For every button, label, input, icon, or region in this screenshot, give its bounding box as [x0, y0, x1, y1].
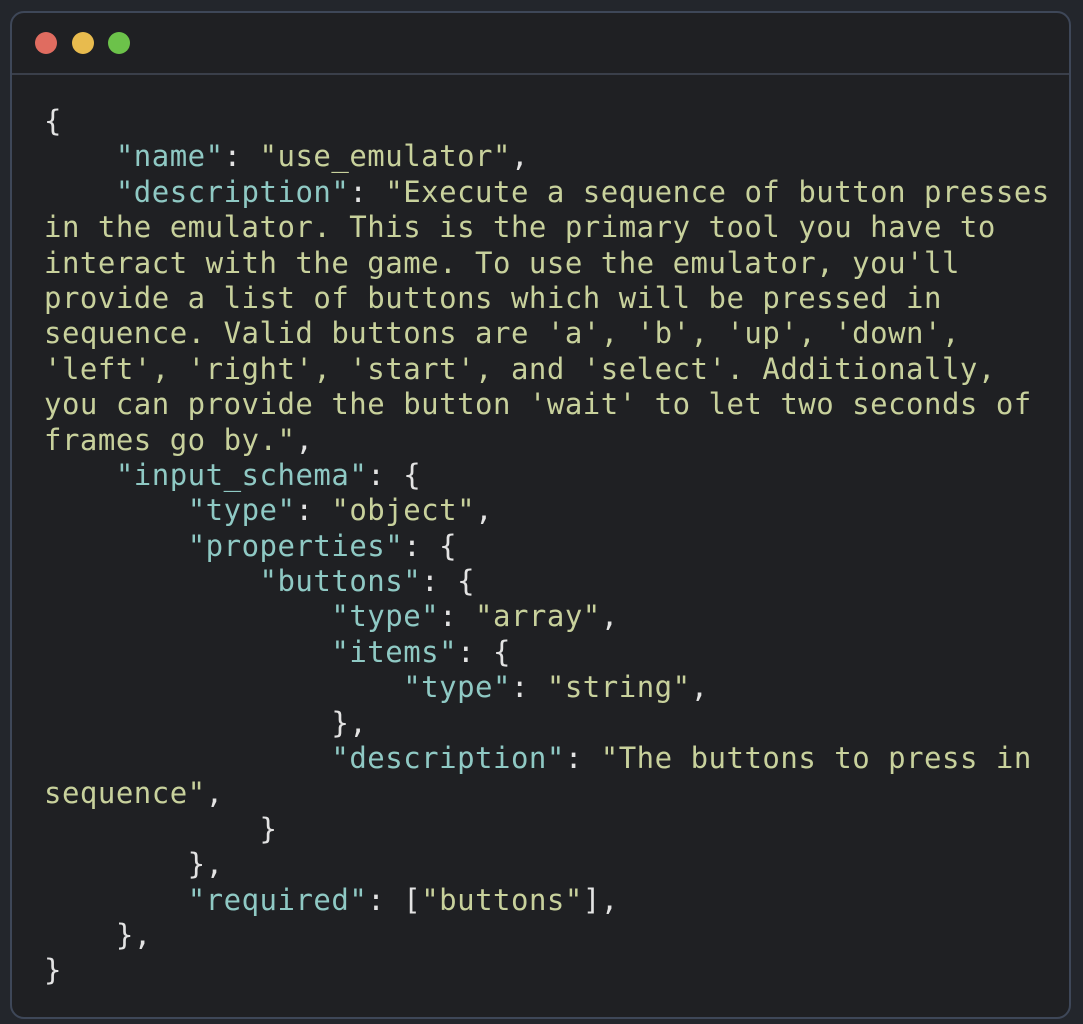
- code-line: sequence. Valid buttons are 'a', 'b', 'u…: [44, 316, 1059, 351]
- code-line: "required": ["buttons"],: [44, 883, 1059, 918]
- json-string-token: "object": [331, 493, 476, 528]
- json-key-token: "items": [331, 634, 458, 669]
- json-punctuation-token: ],: [582, 882, 619, 917]
- json-key-token: "required": [187, 882, 368, 917]
- code-line: provide a list of buttons which will be …: [44, 281, 1059, 316]
- json-key-token: "name": [115, 139, 224, 174]
- code-line: "type": "array",: [44, 599, 1059, 634]
- code-line: 'left', 'right', 'start', and 'select'. …: [44, 352, 1059, 387]
- code-line: }: [44, 953, 1059, 988]
- maximize-window-dot-icon[interactable]: [108, 32, 130, 54]
- json-punctuation-token: },: [44, 847, 224, 882]
- code-line: you can provide the button 'wait' to let…: [44, 387, 1059, 422]
- json-punctuation-token: [44, 139, 116, 173]
- json-punctuation-token: }: [44, 953, 62, 988]
- json-punctuation-token: :: [295, 493, 332, 528]
- code-line: "type": "string",: [44, 670, 1059, 705]
- json-punctuation-token: ,: [600, 599, 619, 634]
- json-punctuation-token: [44, 883, 188, 917]
- json-punctuation-token: [44, 529, 188, 563]
- json-key-token: "type": [331, 599, 440, 634]
- code-line: "buttons": {: [44, 564, 1059, 599]
- code-line: {: [44, 104, 1059, 139]
- code-line: },: [44, 847, 1059, 882]
- code-line: in the emulator. This is the primary too…: [44, 210, 1059, 245]
- json-punctuation-token: ,: [475, 493, 494, 528]
- json-key-token: "input_schema": [115, 457, 368, 492]
- json-string-token: "Execute a sequence of button presses: [385, 174, 1050, 209]
- json-string-token: "The buttons to press in: [600, 741, 1032, 776]
- json-string-token: you can provide the button 'wait' to let…: [44, 387, 1032, 422]
- code-line: sequence",: [44, 776, 1059, 811]
- code-line: interact with the game. To use the emula…: [44, 246, 1059, 281]
- code-line: frames go by.",: [44, 423, 1059, 458]
- json-punctuation-token: [44, 175, 116, 209]
- json-string-token: provide a list of buttons which will be …: [44, 280, 942, 315]
- code-line: },: [44, 918, 1059, 953]
- json-punctuation-token: },: [44, 705, 368, 740]
- json-punctuation-token: }: [44, 811, 278, 846]
- code-line: "description": "Execute a sequence of bu…: [44, 175, 1059, 210]
- json-punctuation-token: :: [510, 670, 547, 705]
- window-titlebar: [12, 13, 1069, 75]
- json-punctuation-token: :: [564, 741, 601, 776]
- json-string-token: frames go by.": [44, 422, 296, 457]
- json-punctuation-token: ,: [205, 776, 224, 811]
- json-punctuation-token: {: [44, 104, 62, 138]
- json-code-block: { "name": "use_emulator", "description":…: [44, 104, 1059, 989]
- json-punctuation-token: : {: [403, 528, 458, 563]
- code-line: }: [44, 812, 1059, 847]
- code-line: "name": "use_emulator",: [44, 139, 1059, 174]
- json-punctuation-token: :: [349, 174, 386, 209]
- json-key-token: "description": [331, 741, 565, 776]
- json-punctuation-token: :: [439, 599, 476, 634]
- json-string-token: sequence. Valid buttons are 'a', 'b', 'u…: [44, 316, 960, 351]
- json-string-token: "buttons": [421, 882, 583, 917]
- code-line: "items": {: [44, 635, 1059, 670]
- json-key-token: "type": [187, 493, 296, 528]
- code-line: "properties": {: [44, 529, 1059, 564]
- json-key-token: "type": [403, 670, 511, 705]
- json-string-token: 'left', 'right', 'start', and 'select'. …: [44, 351, 996, 386]
- json-string-token: "array": [475, 599, 601, 634]
- json-punctuation-token: [44, 741, 331, 775]
- json-punctuation-token: ,: [690, 670, 709, 705]
- json-punctuation-token: : {: [421, 564, 476, 599]
- minimize-window-dot-icon[interactable]: [72, 32, 94, 54]
- json-punctuation-token: ,: [295, 422, 314, 457]
- json-string-token: in the emulator. This is the primary too…: [44, 210, 996, 245]
- json-punctuation-token: : {: [457, 634, 511, 669]
- code-window: { "name": "use_emulator", "description":…: [10, 11, 1071, 1019]
- json-punctuation-token: :: [223, 139, 260, 174]
- json-punctuation-token: ,: [510, 139, 529, 174]
- json-punctuation-token: [44, 458, 116, 492]
- json-punctuation-token: [44, 635, 331, 669]
- close-window-dot-icon[interactable]: [35, 32, 57, 54]
- code-line: },: [44, 706, 1059, 741]
- json-punctuation-token: [44, 599, 331, 633]
- json-string-token: "use_emulator": [259, 139, 511, 174]
- json-key-token: "description": [115, 174, 350, 209]
- json-punctuation-token: : {: [367, 457, 422, 492]
- json-punctuation-token: [44, 564, 260, 598]
- json-string-token: sequence": [44, 776, 206, 811]
- json-punctuation-token: },: [44, 917, 152, 952]
- json-key-token: "properties": [187, 528, 404, 563]
- json-punctuation-token: : [: [367, 882, 422, 917]
- json-key-token: "buttons": [259, 564, 422, 599]
- json-punctuation-token: [44, 493, 188, 527]
- json-punctuation-token: [44, 670, 403, 704]
- code-line: "input_schema": {: [44, 458, 1059, 493]
- json-string-token: interact with the game. To use the emula…: [44, 245, 960, 280]
- json-string-token: "string": [546, 670, 691, 705]
- code-line: "type": "object",: [44, 493, 1059, 528]
- code-line: "description": "The buttons to press in: [44, 741, 1059, 776]
